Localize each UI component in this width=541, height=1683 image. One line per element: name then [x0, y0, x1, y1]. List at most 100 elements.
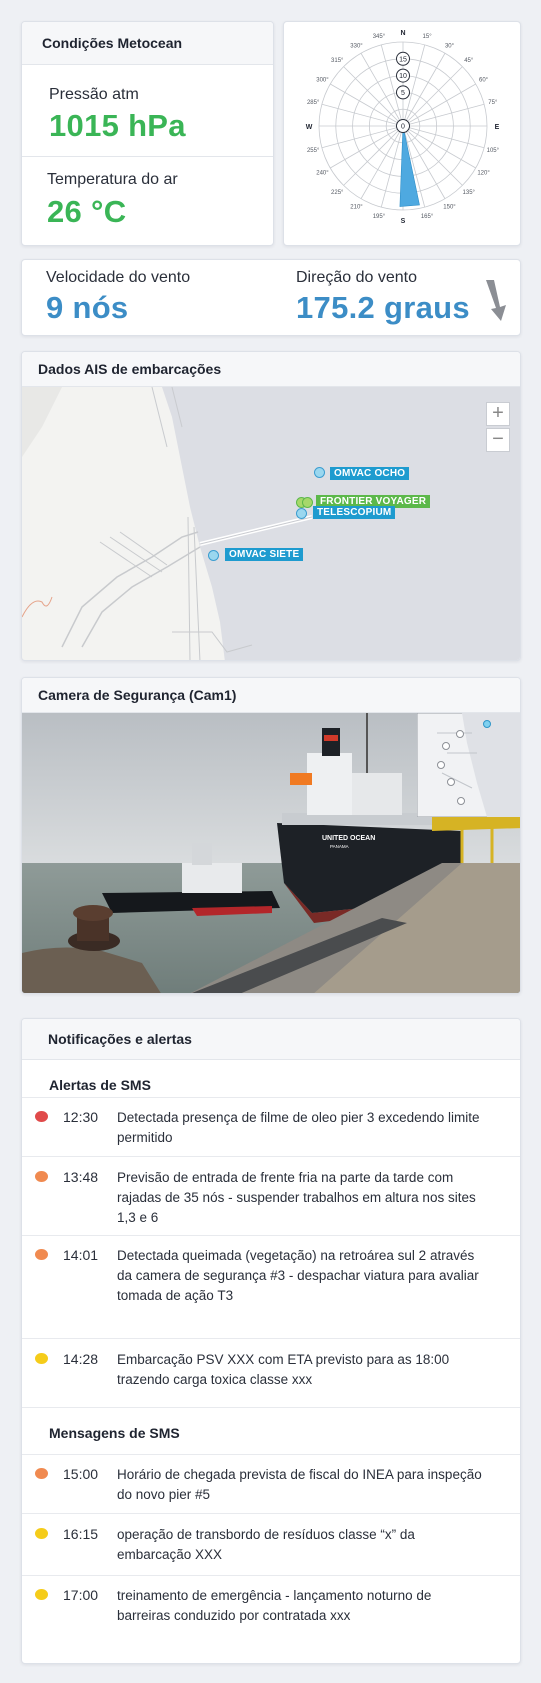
- message-time: 17:00: [63, 1587, 99, 1603]
- rose-degree-label: 240°: [316, 171, 329, 177]
- camera-feed[interactable]: UNITED OCEAN PANAMA: [22, 713, 521, 993]
- rose-degree-label: 120°: [477, 171, 490, 177]
- rose-degree-label: 195°: [373, 214, 386, 220]
- wind-direction-value: 175.2 graus: [296, 290, 470, 325]
- ship-name-text: UNITED OCEAN: [322, 835, 375, 842]
- alert-text: Detectada presença de filme de oleo pier…: [117, 1110, 480, 1145]
- rose-spoke: [380, 125, 404, 208]
- alert-row[interactable]: 14:28 Embarcação PSV XXX com ETA previst…: [22, 1338, 520, 1407]
- rose-degree-label: 105°: [487, 148, 500, 154]
- map-land: [22, 387, 313, 660]
- rose-spoke: [402, 66, 463, 127]
- rose-degree-label: 15°: [423, 34, 433, 40]
- camera-minimap[interactable]: [417, 713, 521, 817]
- rose-degree-label: 135°: [463, 190, 476, 196]
- section-divider: [22, 1407, 520, 1408]
- rose-degree-label: 150°: [443, 205, 456, 211]
- alert-time: 12:30: [63, 1109, 99, 1125]
- severity-dot-yellow: [35, 1353, 48, 1364]
- alert-row[interactable]: 12:30 Detectada presença de filme de ole…: [22, 1097, 520, 1156]
- rose-degree-label: 225°: [331, 190, 344, 196]
- alert-time: 13:48: [63, 1169, 99, 1185]
- rose-degree-label: 60°: [479, 78, 489, 84]
- rose-spoke: [402, 125, 476, 169]
- wind-arrow-icon: [486, 280, 506, 321]
- message-text: treinamento de emergência - lançamento n…: [117, 1588, 432, 1623]
- message-time: 15:00: [63, 1466, 99, 1482]
- vessel-marker[interactable]: [314, 467, 325, 478]
- severity-dot-orange: [35, 1171, 48, 1182]
- message-text: Horário de chegada prevista de fiscal do…: [117, 1467, 482, 1502]
- zoom-in-button[interactable]: +: [486, 402, 510, 426]
- wind-direction-label: Direção do vento: [296, 269, 417, 286]
- zoom-out-button[interactable]: −: [486, 428, 510, 452]
- rose-degree-label: 330°: [350, 43, 363, 49]
- metocean-divider: [22, 156, 273, 157]
- temperature-label: Temperatura do ar: [47, 171, 178, 188]
- vessel-label[interactable]: OMVAC OCHO: [330, 467, 410, 480]
- rose-cardinal-w: W: [306, 124, 313, 131]
- vessel-marker[interactable]: [208, 550, 219, 561]
- message-time: 16:15: [63, 1526, 99, 1542]
- alert-text: Detectada queimada (vegetação) na retroá…: [117, 1248, 479, 1303]
- rose-spoke: [402, 83, 476, 127]
- vessel-label[interactable]: TELESCOPIUM: [313, 506, 396, 519]
- message-text: operação de transbordo de resíduos class…: [117, 1527, 415, 1562]
- alert-text: Previsão de entrada de frente fria na pa…: [117, 1170, 476, 1225]
- rose-degree-label: 315°: [331, 58, 344, 64]
- message-row[interactable]: 17:00 treinamento de emergência - lançam…: [22, 1575, 520, 1645]
- camera-card: Camera de Segurança (Cam1) UNITED OCEAN …: [21, 677, 521, 994]
- pressure-value: 1015 hPa: [49, 108, 186, 143]
- alert-time: 14:28: [63, 1351, 99, 1367]
- wind-rose-card: 15 10 5 0 15° 30° 45° 60° 75° 105° 120° 135° 150° 165…: [283, 21, 521, 246]
- rose-degree-label: 285°: [307, 100, 320, 106]
- alert-text: Embarcação PSV XXX com ETA previsto para…: [117, 1352, 450, 1387]
- rose-degree-label: 30°: [445, 43, 455, 49]
- ais-card: Dados AIS de embarcações + − OMVAC OCHO …: [21, 351, 521, 661]
- alert-time: 14:01: [63, 1247, 99, 1263]
- vessel-marker[interactable]: [296, 508, 307, 519]
- rose-cardinal-s: S: [401, 218, 406, 225]
- notifications-title: Notificações e alertas: [22, 1019, 520, 1060]
- messages-section-title: Mensagens de SMS: [49, 1425, 180, 1441]
- pressure-label: Pressão atm: [49, 86, 139, 103]
- wind-speed-value: 9 nós: [46, 290, 129, 325]
- alert-row[interactable]: 13:48 Previsão de entrada de frente fria…: [22, 1156, 520, 1235]
- ais-title: Dados AIS de embarcações: [22, 352, 520, 387]
- rose-ring-label: 5: [401, 90, 405, 97]
- rose-ring-label: 10: [399, 73, 407, 80]
- rose-ring-label: 0: [401, 124, 405, 131]
- ais-map[interactable]: + − OMVAC OCHO FRONTIER VOYAGER TELESCOP…: [22, 387, 520, 660]
- notifications-card: Notificações e alertas Alertas de SMS 12…: [21, 1018, 521, 1664]
- rose-spoke: [330, 83, 404, 127]
- rose-cardinal-n: N: [400, 30, 405, 37]
- rose-spoke: [343, 125, 404, 186]
- rose-spoke: [402, 125, 485, 149]
- rose-degree-label: 165°: [421, 214, 434, 220]
- rose-degree-label: 300°: [316, 78, 329, 84]
- vessel-marker[interactable]: [302, 497, 313, 508]
- rose-spoke: [321, 103, 404, 127]
- metocean-title: Condições Metocean: [22, 22, 273, 65]
- severity-dot-orange: [35, 1468, 48, 1479]
- rose-spoke: [330, 125, 404, 169]
- rose-spoke: [402, 103, 485, 127]
- ship-flag-text: PANAMA: [330, 844, 349, 849]
- severity-dot-red: [35, 1111, 48, 1122]
- severity-dot-orange: [35, 1249, 48, 1260]
- camera-title: Camera de Segurança (Cam1): [22, 678, 520, 713]
- rose-degree-label: 45°: [464, 58, 474, 64]
- wind-speed-label: Velocidade do vento: [46, 269, 191, 286]
- alert-row[interactable]: 14:01 Detectada queimada (vegetação) na …: [22, 1235, 520, 1338]
- rose-spoke: [343, 66, 404, 127]
- message-row[interactable]: 16:15 operação de transbordo de resíduos…: [22, 1513, 520, 1575]
- message-row[interactable]: 15:00 Horário de chegada prevista de fis…: [22, 1454, 520, 1513]
- rose-degree-label: 255°: [307, 148, 320, 154]
- rose-degree-label: 75°: [488, 100, 498, 106]
- rose-degree-label: 345°: [373, 34, 386, 40]
- rose-degree-label: 210°: [350, 205, 363, 211]
- wind-card: Velocidade do vento 9 nós Direção do ven…: [21, 259, 521, 336]
- vessel-label[interactable]: OMVAC SIETE: [225, 548, 304, 561]
- rose-cardinal-e: E: [495, 124, 500, 131]
- temperature-value: 26 °C: [47, 194, 127, 229]
